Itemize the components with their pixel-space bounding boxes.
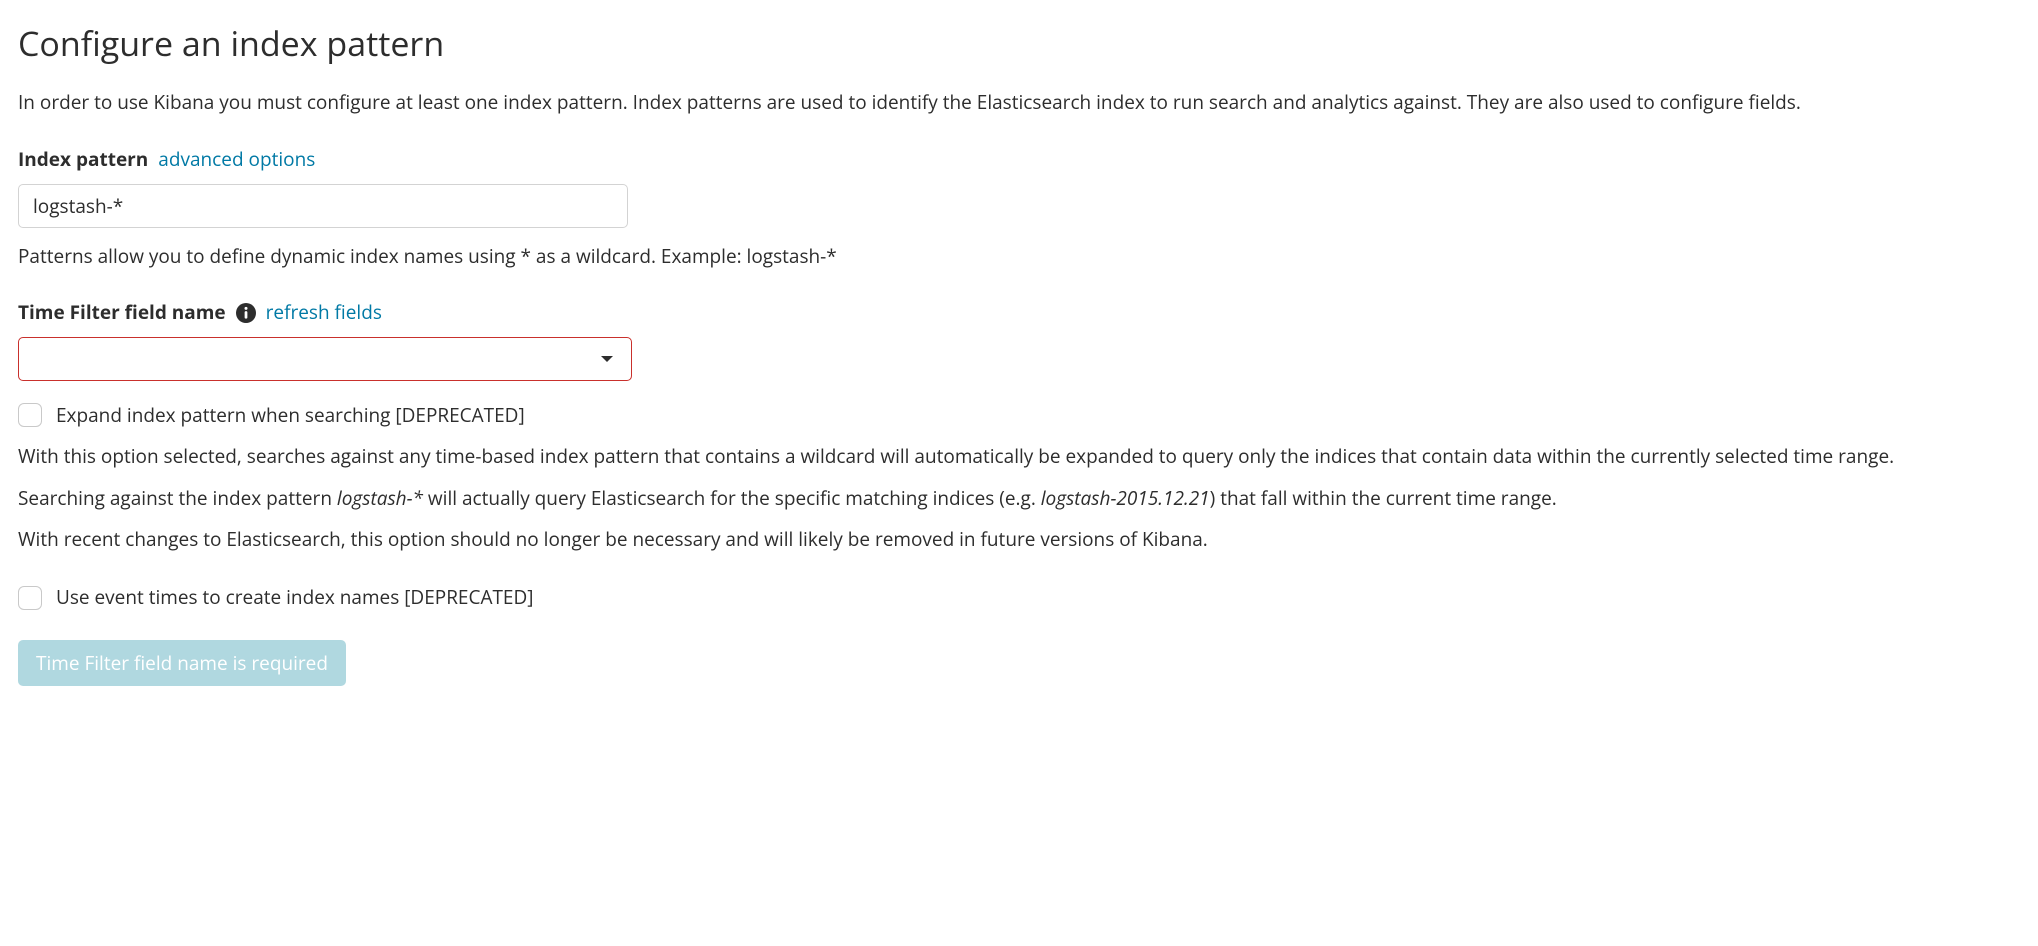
submit-button[interactable]: Time Filter field name is required bbox=[18, 640, 346, 686]
expand-checkbox-label[interactable]: Expand index pattern when searching [DEP… bbox=[56, 401, 525, 430]
event-times-checkbox-row: Use event times to create index names [D… bbox=[18, 583, 2020, 612]
event-times-checkbox-label[interactable]: Use event times to create index names [D… bbox=[56, 583, 534, 612]
time-filter-select[interactable] bbox=[18, 337, 632, 381]
index-pattern-help: Patterns allow you to define dynamic ind… bbox=[18, 242, 2020, 271]
page-title: Configure an index pattern bbox=[18, 18, 2020, 69]
index-pattern-input[interactable] bbox=[18, 184, 628, 228]
refresh-fields-link[interactable]: refresh fields bbox=[266, 298, 382, 327]
info-icon bbox=[236, 303, 256, 323]
expand-description: With this option selected, searches agai… bbox=[18, 441, 2020, 555]
page-intro: In order to use Kibana you must configur… bbox=[18, 87, 2020, 117]
expand-desc-3: With recent changes to Elasticsearch, th… bbox=[18, 524, 2020, 555]
advanced-options-link[interactable]: advanced options bbox=[158, 145, 315, 174]
expand-checkbox-row: Expand index pattern when searching [DEP… bbox=[18, 401, 2020, 430]
expand-desc-1: With this option selected, searches agai… bbox=[18, 441, 2020, 472]
index-pattern-label: Index pattern bbox=[18, 145, 148, 174]
time-filter-label: Time Filter field name bbox=[18, 298, 226, 327]
index-pattern-group: Index pattern advanced options bbox=[18, 145, 2020, 228]
expand-checkbox[interactable] bbox=[18, 403, 42, 427]
expand-desc-2: Searching against the index pattern logs… bbox=[18, 483, 2020, 514]
event-times-checkbox[interactable] bbox=[18, 586, 42, 610]
time-filter-group: Time Filter field name refresh fields bbox=[18, 298, 2020, 381]
